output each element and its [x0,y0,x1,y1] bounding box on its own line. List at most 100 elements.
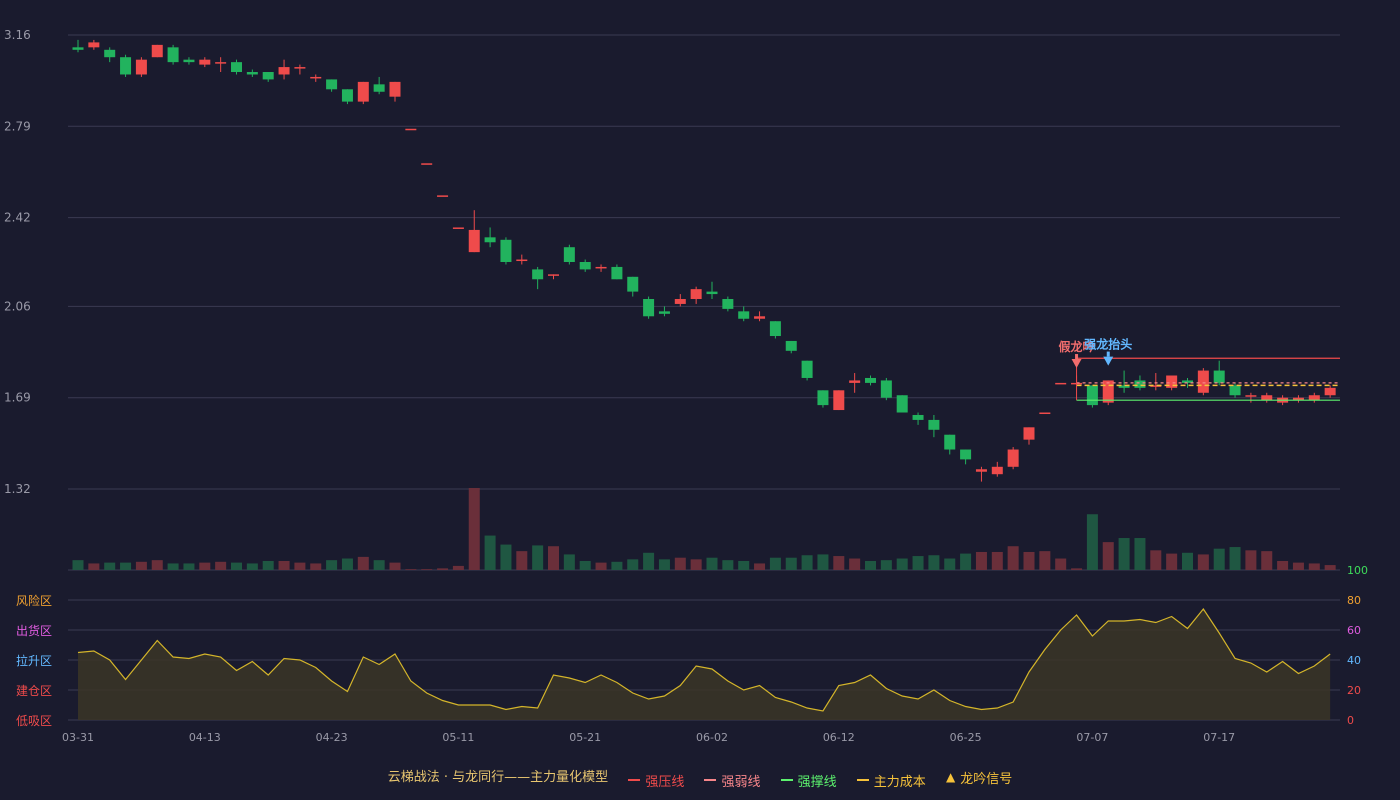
volume-bar [516,551,528,570]
volume-bar [563,554,575,570]
candle-body [1229,385,1241,396]
volume-bar [135,561,147,570]
candle-body [563,247,575,262]
volume-series: 100 [72,488,1368,577]
signal-annotations: 假龙吟强龙抬头 [1059,337,1132,369]
volume-bar [452,565,464,570]
volume-bar [246,563,258,570]
candle-body [484,237,496,243]
candle-body [120,57,132,75]
volume-bar [294,562,306,570]
legend-cost-line[interactable]: 主力成本 [856,771,926,790]
osc-tick-label: 80 [1347,594,1361,607]
signal-arrow-icon [1103,356,1114,366]
candle-body [104,49,116,58]
volume-bar [1071,568,1083,570]
candle-body [500,239,512,262]
osc-tick-label: 20 [1347,684,1361,697]
osc-tick-label: 0 [1347,714,1354,727]
candle-body [215,62,227,64]
candle-body [611,266,623,280]
volume-bar [896,558,908,570]
date-tick-label: 07-17 [1203,731,1235,744]
candle-body [706,291,718,295]
candle-body [690,289,702,300]
date-tick-label: 06-02 [696,731,728,744]
legend-weak-line[interactable]: 强弱线 [704,771,761,790]
candle-body [151,44,163,58]
stock-chart: 1.32 1.69 2.06 2.42 2.79 3.16 假龙吟强龙抬头 100 0 20… [4,28,1368,744]
volume-bar [1229,547,1241,570]
zone-label: 低吸区 [16,714,52,728]
volume-bar [627,559,639,570]
volume-bar [1039,551,1051,570]
legend-pressure-line[interactable]: 强压线 [628,771,684,790]
volume-bar [801,555,813,570]
support-line-swatch [780,779,793,781]
candle-body [674,299,686,304]
volume-bar [817,554,829,570]
candle-body [548,274,559,276]
volume-bar [484,535,496,570]
candle-body [738,311,750,319]
candle-body [960,449,972,460]
date-tick-label: 06-12 [823,731,855,744]
candle-body [516,259,528,262]
candle-body [975,469,987,472]
legend-label: 强撑线 [797,774,837,790]
volume-bar [120,562,132,570]
candle-body [262,72,274,80]
volume-bar [912,556,924,570]
volume-bar [674,557,686,570]
zone-label: 拉升区 [16,653,52,668]
volume-bar [975,551,987,570]
candle-body [72,47,84,50]
volume-bar [88,563,100,570]
volume-bar [1245,550,1257,570]
volume-bar [1055,558,1067,570]
candle-body [341,89,353,102]
candle-body [1055,382,1067,385]
candle-body [1023,427,1035,440]
volume-bar [1292,562,1304,570]
legend-support-line[interactable]: 强撑线 [780,771,837,790]
cost-line-swatch [856,779,869,781]
volume-bar [991,551,1003,570]
osc-tick-label: 40 [1347,654,1361,667]
candle-body [1102,380,1114,403]
volume-bar [658,559,670,570]
legend-dragon-signal[interactable]: ▲ 龙吟信号 [946,768,1012,787]
candle-body [373,84,385,92]
candle-body [183,59,195,63]
date-tick-label: 04-13 [189,731,221,744]
candle-body [817,390,829,406]
candle-body [452,227,464,229]
candle-body [595,266,607,269]
zone-label: 风险区 [16,593,52,608]
candle-body [944,434,956,450]
chart-legend: 云梯战法 · 与龙同行——主力量化模型 强压线 强弱线 强撑线 主力成本 ▲ 龙… [0,766,1400,790]
candle-body [912,414,924,420]
candlestick-series [72,39,1336,482]
candle-body [437,195,449,197]
legend-label: 龙吟信号 [960,771,1013,787]
candle-body [532,269,544,280]
price-tick-label: 1.69 [4,391,31,405]
date-tick-label: 05-21 [569,731,601,744]
volume-bar [769,557,781,570]
candle-body [167,47,179,63]
volume-bar [231,562,242,570]
volume-bar [833,556,845,570]
volume-bar [421,569,433,570]
zone-label: 出货区 [16,623,52,638]
volume-bar [865,560,876,570]
volume-bar [880,560,892,570]
candle-body [1197,370,1209,393]
signal-label: 强龙抬头 [1084,337,1132,352]
candle-body [658,311,670,314]
date-axis: 03-31 04-13 04-23 05-11 05-21 06-02 06-12 06-25… [62,731,1235,744]
volume-bar [579,560,591,570]
candle-body [722,299,734,309]
volume-bar [1166,553,1178,570]
volume-bar [722,560,734,570]
